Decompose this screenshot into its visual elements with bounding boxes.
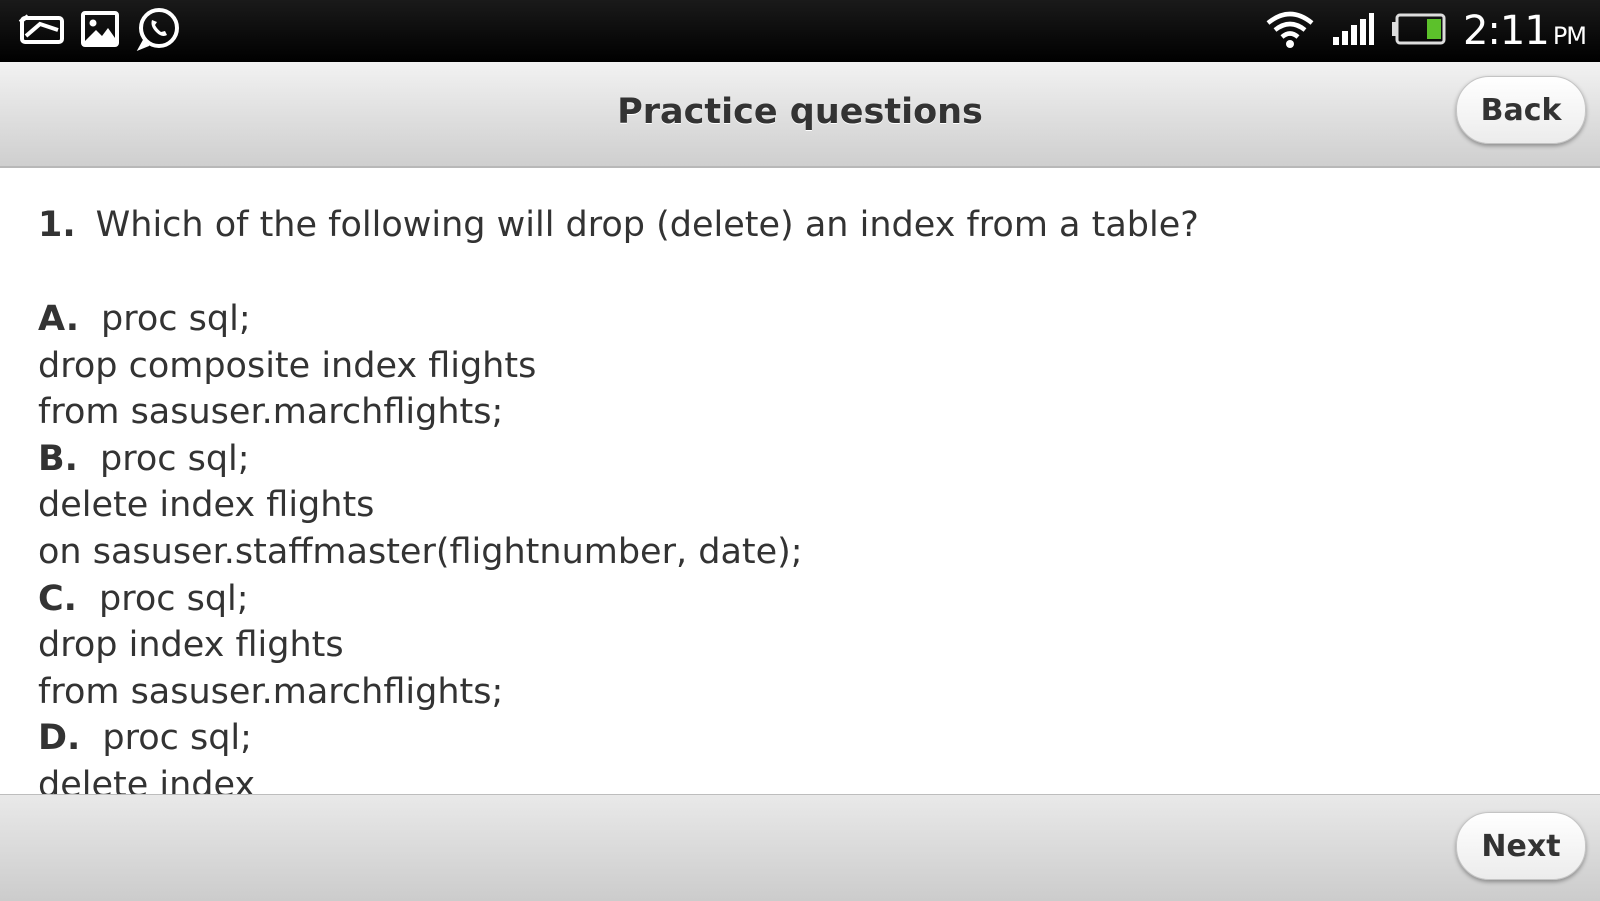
next-button[interactable]: Next: [1456, 812, 1586, 880]
question-content[interactable]: 1. Which of the following will drop (dele…: [0, 168, 1600, 794]
status-bar: 2:11 PM: [0, 0, 1600, 62]
option-line: delete index: [38, 764, 256, 794]
option-b: B. proc sql; delete index flights on sasu…: [38, 436, 1560, 576]
page-title: Practice questions: [617, 92, 983, 132]
option-letter: A.: [38, 299, 80, 339]
option-line: proc sql;: [102, 718, 252, 759]
option-c: C. proc sql; drop index flights from sasu…: [38, 576, 1560, 716]
option-line: drop index flights: [38, 625, 344, 666]
notification-icons: [18, 8, 182, 54]
question-text: 1. Which of the following will drop (dele…: [38, 202, 1560, 248]
battery-icon: [1391, 12, 1447, 50]
signal-icon: [1331, 11, 1375, 51]
whatsapp-icon: [134, 6, 182, 56]
option-line: from sasuser.marchflights;: [38, 671, 504, 712]
question-number: 1.: [38, 205, 76, 245]
header-bar: Practice questions Back: [0, 62, 1600, 168]
question-body: 1. Which of the following will drop (dele…: [38, 202, 1560, 794]
back-button[interactable]: Back: [1456, 76, 1586, 144]
clock: 2:11 PM: [1462, 8, 1587, 54]
option-letter: D.: [38, 718, 81, 759]
option-line: drop composite index flights: [38, 345, 537, 386]
message-icon: [18, 12, 66, 50]
option-line: proc sql;: [99, 438, 250, 479]
question-prompt: Which of the following will drop (delete…: [95, 205, 1199, 245]
option-line: proc sql;: [101, 299, 251, 339]
system-icons: 2:11 PM: [1265, 6, 1587, 56]
option-d: D. proc sql; delete index: [38, 715, 1560, 794]
gallery-icon: [80, 10, 120, 52]
option-letter: B.: [38, 438, 78, 479]
option-line: proc sql;: [98, 578, 249, 619]
option-line: from sasuser.marchflights;: [38, 392, 504, 433]
footer-bar: Next: [0, 794, 1600, 901]
option-line: delete index flights: [38, 485, 375, 526]
option-letter: C.: [38, 578, 77, 619]
option-a: A. proc sql; drop composite index flights…: [38, 296, 1560, 436]
option-line: on sasuser.staffmaster(flightnumber, dat…: [38, 531, 803, 572]
wifi-icon: [1265, 9, 1315, 53]
